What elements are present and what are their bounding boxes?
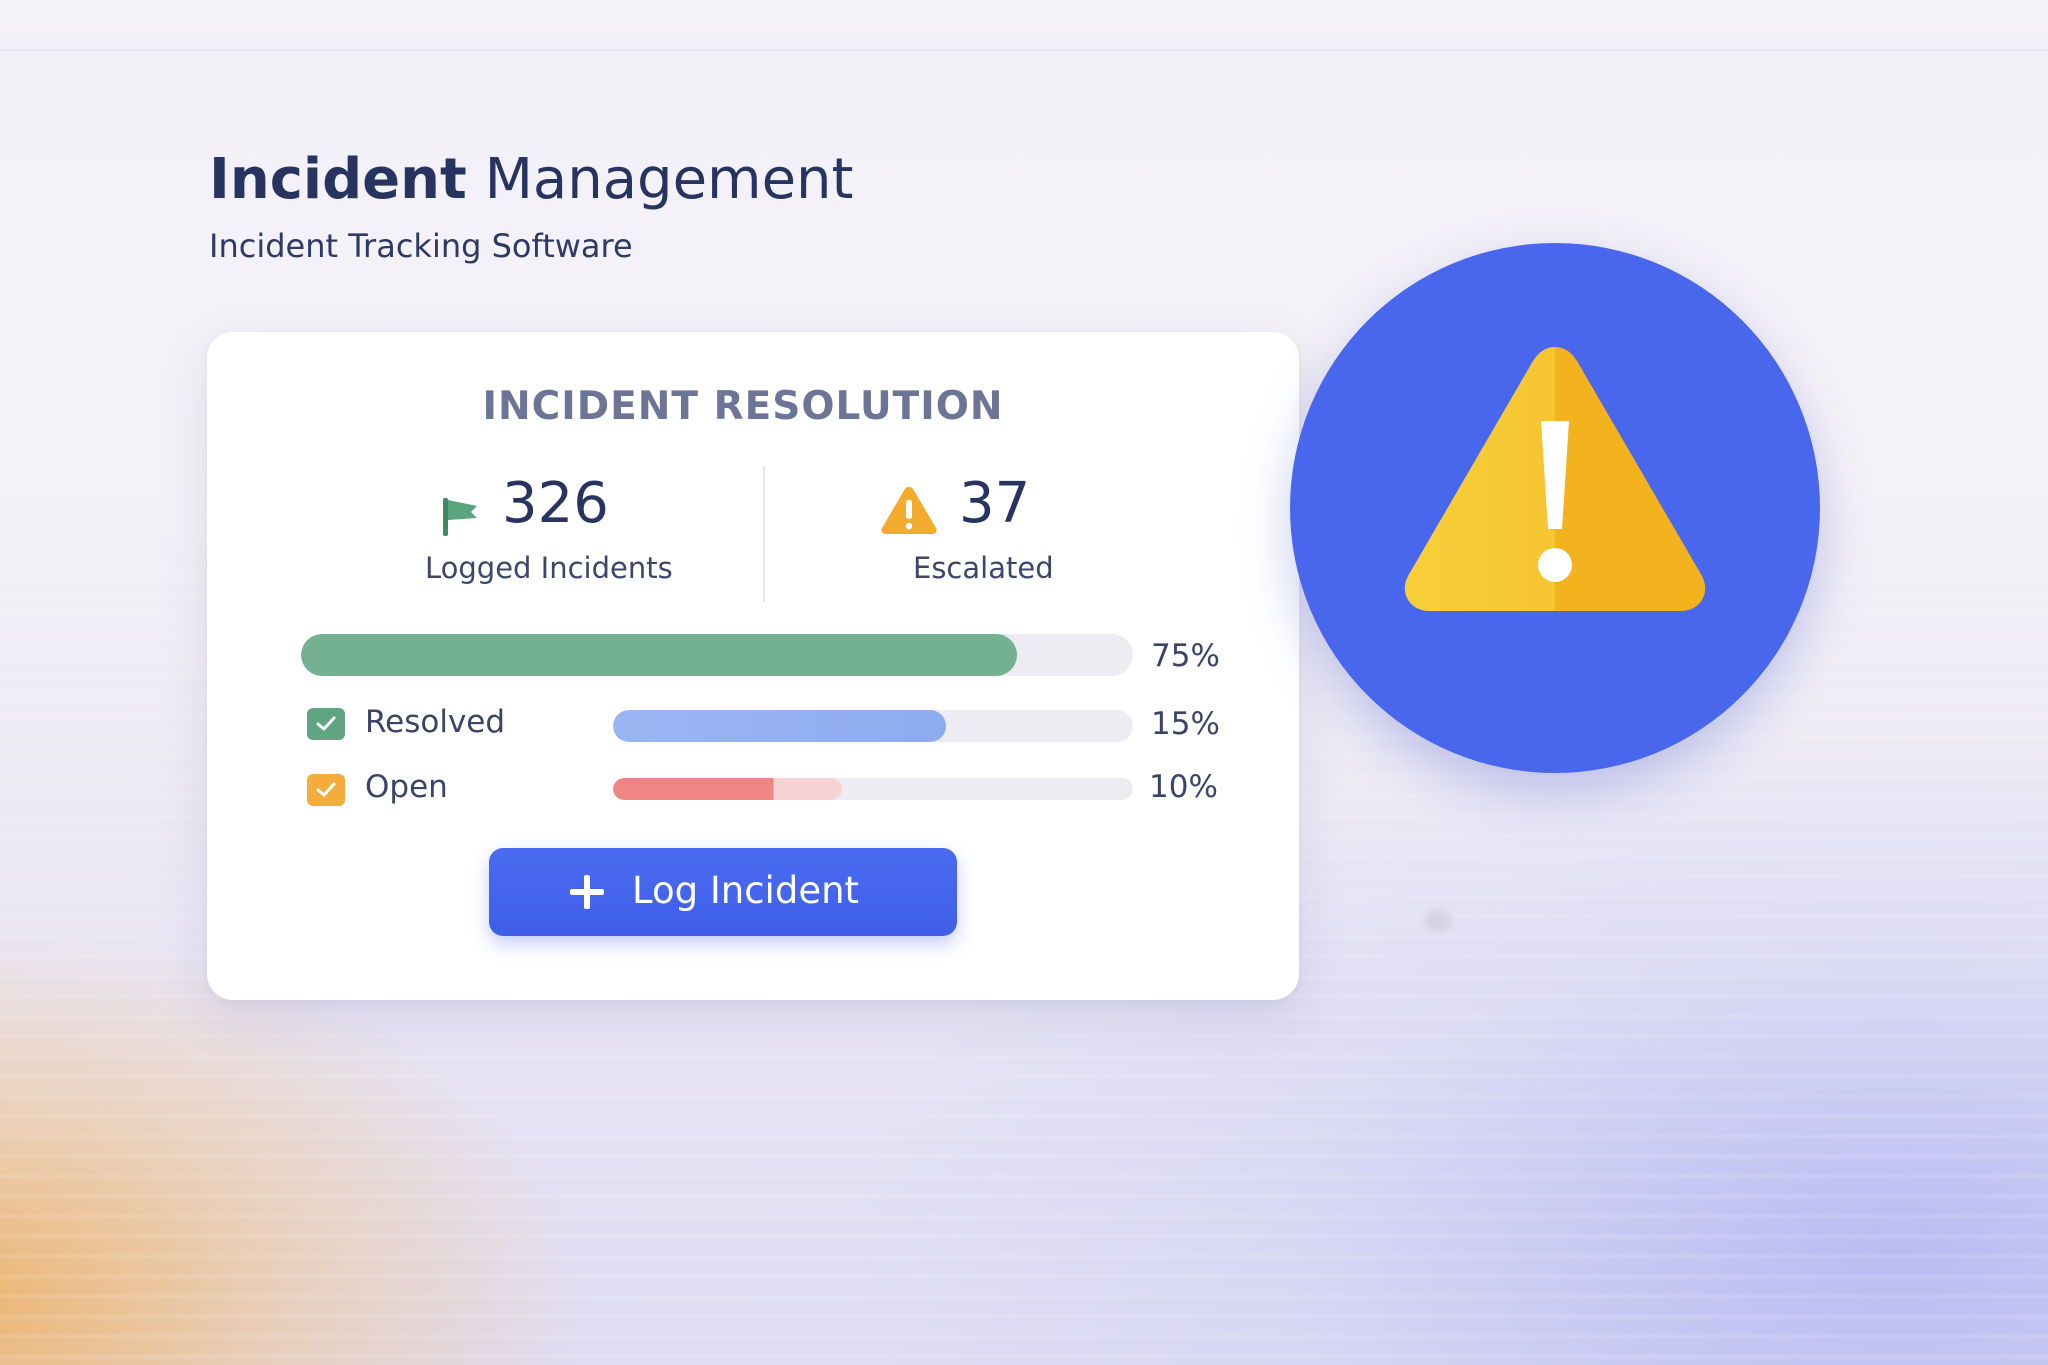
flag-icon xyxy=(443,498,477,536)
card-title: INCIDENT RESOLUTION xyxy=(482,384,1004,429)
top-bar xyxy=(0,0,2048,51)
open-checkbox[interactable] xyxy=(307,774,345,806)
open-percent: 10% xyxy=(1149,769,1218,805)
escalated-label: Escalated xyxy=(913,551,1054,585)
plus-icon xyxy=(570,875,604,909)
page-title-strong: Incident xyxy=(209,147,467,212)
check-icon xyxy=(316,782,336,797)
warning-icon xyxy=(881,487,937,534)
log-incident-label: Log Incident xyxy=(632,869,860,912)
open-progress-bar xyxy=(613,778,1133,800)
open-label: Open xyxy=(365,769,448,805)
page-subtitle: Incident Tracking Software xyxy=(209,227,633,265)
resolved-progress-fill xyxy=(613,710,946,742)
resolved-percent: 15% xyxy=(1151,706,1220,742)
page-title-rest: Management xyxy=(484,147,854,212)
overall-progress-bar xyxy=(301,634,1133,676)
overall-percent: 75% xyxy=(1151,638,1220,674)
incident-resolution-card: INCIDENT RESOLUTION 326 Logged Incidents… xyxy=(207,332,1299,1000)
logged-incidents-label: Logged Incidents xyxy=(425,551,673,585)
resolved-progress-bar xyxy=(613,710,1133,742)
stat-divider xyxy=(763,466,765,602)
warning-badge xyxy=(1290,243,1820,773)
open-progress-fill xyxy=(613,778,842,800)
check-icon xyxy=(316,716,336,731)
page-title: Incident Management xyxy=(209,148,854,212)
log-incident-button[interactable]: Log Incident xyxy=(489,848,957,936)
resolved-checkbox[interactable] xyxy=(307,708,345,740)
warning-triangle-icon xyxy=(1404,347,1706,611)
decorative-dot xyxy=(1425,910,1451,932)
escalated-count: 37 xyxy=(959,471,1031,536)
logged-incidents-count: 326 xyxy=(502,471,609,536)
overall-progress-fill xyxy=(301,634,1017,676)
resolved-label: Resolved xyxy=(365,704,506,740)
